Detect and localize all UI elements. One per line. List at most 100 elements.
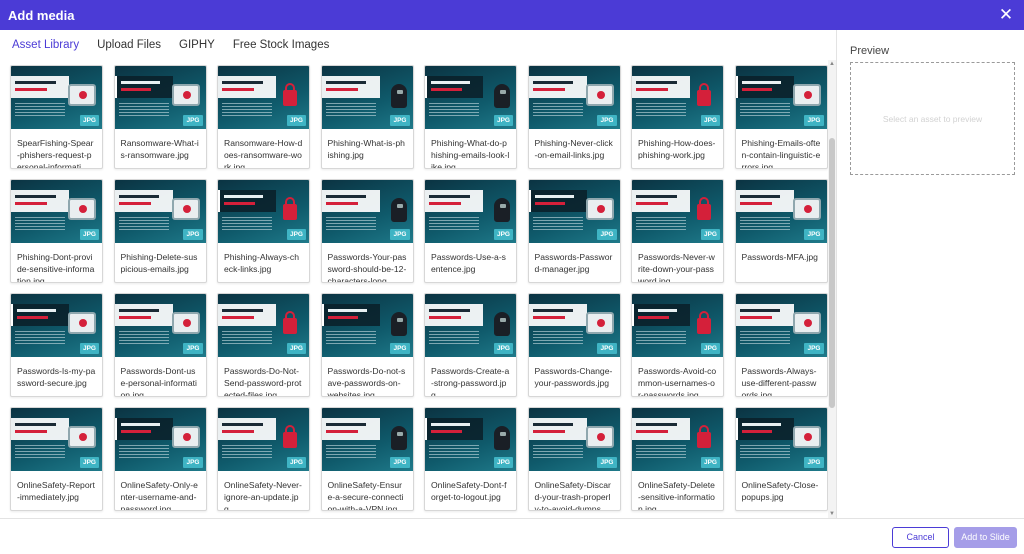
file-type-badge: JPG: [804, 457, 824, 468]
asset-card[interactable]: JPG OnlineSafety-Dont-forget-to-logout.jp…: [424, 407, 517, 511]
asset-card[interactable]: JPG Phishing-Always-check-links.jpg: [217, 179, 310, 283]
scroll-up-arrow-icon[interactable]: ▲: [829, 60, 835, 68]
asset-card[interactable]: JPG Passwords-Do-not-save-passwords-on-we…: [320, 293, 414, 397]
asset-card[interactable]: JPG Passwords-Change-your-passwords.jpg: [527, 293, 621, 397]
tab-asset-library[interactable]: Asset Library: [12, 35, 79, 55]
asset-card[interactable]: JPG OnlineSafety-Ensure-a-secure-connecti…: [320, 407, 414, 511]
asset-grid: JPG SpearFishing-Spear-phishers-request-p…: [10, 65, 828, 511]
asset-filename: Phishing-Delete-suspicious-emails.jpg: [120, 252, 198, 274]
asset-thumbnail: JPG: [528, 294, 620, 357]
asset-thumbnail: JPG: [218, 294, 309, 357]
asset-filename: Passwords-Change-your-passwords.jpg: [534, 366, 613, 388]
asset-card[interactable]: JPG Phishing-How-does-phishing-work.jpg: [631, 65, 724, 169]
asset-card[interactable]: JPG Phishing-Delete-suspicious-emails.jpg: [113, 179, 207, 283]
asset-grid-area: JPG SpearFishing-Spear-phishers-request-p…: [0, 60, 828, 518]
asset-thumbnail: JPG: [735, 180, 827, 243]
asset-card[interactable]: JPG Passwords-Never-write-down-your-passw…: [631, 179, 724, 283]
asset-thumbnail: JPG: [218, 408, 309, 471]
tab-upload-files[interactable]: Upload Files: [97, 35, 161, 55]
file-type-badge: JPG: [286, 115, 306, 126]
asset-filename: Passwords-Avoid-common-usernames-or-pass…: [638, 366, 717, 397]
asset-card[interactable]: JPG Phishing-Emails-often-contain-linguis…: [734, 65, 828, 169]
asset-card[interactable]: JPG OnlineSafety-Close-popups.jpg: [734, 407, 828, 511]
asset-grid-scrollbar[interactable]: ▲ ▼: [828, 60, 836, 518]
asset-thumbnail: JPG: [425, 408, 516, 471]
file-type-badge: JPG: [390, 343, 410, 354]
asset-thumbnail: JPG: [735, 294, 827, 357]
file-type-badge: JPG: [597, 343, 617, 354]
asset-card[interactable]: JPG Ransomware-How-does-ransomware-work.j…: [217, 65, 310, 169]
cancel-button[interactable]: Cancel: [892, 527, 949, 548]
file-type-badge: JPG: [493, 115, 513, 126]
asset-filename: Passwords-Your-password-should-be-12-cha…: [327, 252, 407, 283]
tab-free-stock-images[interactable]: Free Stock Images: [233, 35, 330, 55]
scrollbar-thumb[interactable]: [829, 138, 835, 408]
asset-thumbnail: JPG: [321, 294, 413, 357]
file-type-badge: JPG: [390, 229, 410, 240]
file-type-badge: JPG: [286, 457, 306, 468]
asset-card[interactable]: JPG Passwords-Do-Not-Send-password-protec…: [217, 293, 310, 397]
asset-card[interactable]: JPG Phishing-What-do-phishing-emails-look…: [424, 65, 517, 169]
file-type-badge: JPG: [597, 229, 617, 240]
asset-thumbnail: JPG: [321, 66, 413, 129]
file-type-badge: JPG: [597, 457, 617, 468]
asset-card[interactable]: JPG OnlineSafety-Never-ignore-an-update.j…: [217, 407, 310, 511]
asset-card[interactable]: JPG OnlineSafety-Report-immediately.jpg: [10, 407, 103, 511]
asset-thumbnail: JPG: [11, 294, 102, 357]
asset-filename: OnlineSafety-Close-popups.jpg: [741, 480, 819, 502]
add-to-slide-button[interactable]: Add to Slide: [954, 527, 1017, 548]
asset-card[interactable]: JPG Phishing-What-is-phishing.jpg: [320, 65, 414, 169]
asset-thumbnail: JPG: [528, 408, 620, 471]
asset-card[interactable]: JPG SpearFishing-Spear-phishers-request-p…: [10, 65, 103, 169]
asset-card[interactable]: JPG OnlineSafety-Only-enter-username-and-…: [113, 407, 207, 511]
asset-thumbnail: JPG: [114, 180, 206, 243]
asset-card[interactable]: JPG Passwords-Your-password-should-be-12-…: [320, 179, 414, 283]
asset-thumbnail: JPG: [114, 294, 206, 357]
asset-thumbnail: JPG: [528, 180, 620, 243]
close-icon[interactable]: ✕: [996, 5, 1016, 25]
asset-filename: Passwords-Never-write-down-your-password…: [638, 252, 715, 283]
asset-thumbnail: JPG: [11, 66, 102, 129]
asset-thumbnail: JPG: [632, 294, 723, 357]
asset-card[interactable]: JPG Passwords-Is-my-password-secure.jpg: [10, 293, 103, 397]
asset-card[interactable]: JPG OnlineSafety-Delete-sensitive-informa…: [631, 407, 724, 511]
file-type-badge: JPG: [286, 343, 306, 354]
asset-thumbnail: JPG: [632, 180, 723, 243]
asset-thumbnail: JPG: [528, 66, 620, 129]
asset-card[interactable]: JPG Passwords-Create-a-strong-password.jp…: [424, 293, 517, 397]
file-type-badge: JPG: [804, 343, 824, 354]
tab-giphy[interactable]: GIPHY: [179, 35, 215, 55]
file-type-badge: JPG: [183, 229, 203, 240]
asset-filename: Phishing-What-is-phishing.jpg: [327, 138, 405, 160]
asset-thumbnail: JPG: [218, 180, 309, 243]
asset-filename: Passwords-Do-not-save-passwords-on-websi…: [327, 366, 406, 397]
asset-card[interactable]: JPG Phishing-Dont-provide-sensitive-infor…: [10, 179, 103, 283]
asset-card[interactable]: JPG Passwords-Password-manager.jpg: [527, 179, 621, 283]
file-type-badge: JPG: [700, 115, 720, 126]
asset-filename: Ransomware-What-is-ransomware.jpg: [120, 138, 199, 160]
dialog-title: Add media: [8, 7, 75, 23]
panel-divider: [836, 30, 837, 518]
asset-card[interactable]: JPG Passwords-Dont-use-personal-informati…: [113, 293, 207, 397]
file-type-badge: JPG: [286, 229, 306, 240]
asset-filename: OnlineSafety-Discard-your-trash-properly…: [534, 480, 611, 511]
asset-card[interactable]: JPG Passwords-Avoid-common-usernames-or-p…: [631, 293, 724, 397]
asset-card[interactable]: JPG Passwords-Use-a-sentence.jpg: [424, 179, 517, 283]
asset-card[interactable]: JPG Passwords-MFA.jpg: [734, 179, 828, 283]
asset-thumbnail: JPG: [11, 180, 102, 243]
file-type-badge: JPG: [390, 115, 410, 126]
asset-filename: Phishing-What-do-phishing-emails-look-li…: [431, 138, 510, 169]
file-type-badge: JPG: [79, 229, 99, 240]
dialog-titlebar: Add media ✕: [0, 0, 1024, 30]
asset-card[interactable]: JPG Phishing-Never-click-on-email-links.j…: [527, 65, 621, 169]
asset-thumbnail: JPG: [735, 66, 827, 129]
asset-filename: OnlineSafety-Only-enter-username-and-pas…: [120, 480, 198, 511]
file-type-badge: JPG: [79, 115, 99, 126]
asset-thumbnail: JPG: [321, 180, 413, 243]
asset-card[interactable]: JPG Ransomware-What-is-ransomware.jpg: [113, 65, 207, 169]
asset-filename: Passwords-Do-Not-Send-password-protected…: [224, 366, 302, 397]
asset-card[interactable]: JPG Passwords-Always-use-different-passwo…: [734, 293, 828, 397]
asset-card[interactable]: JPG OnlineSafety-Discard-your-trash-prope…: [527, 407, 621, 511]
asset-filename: Phishing-Always-check-links.jpg: [224, 252, 299, 274]
scroll-down-arrow-icon[interactable]: ▼: [829, 510, 835, 518]
